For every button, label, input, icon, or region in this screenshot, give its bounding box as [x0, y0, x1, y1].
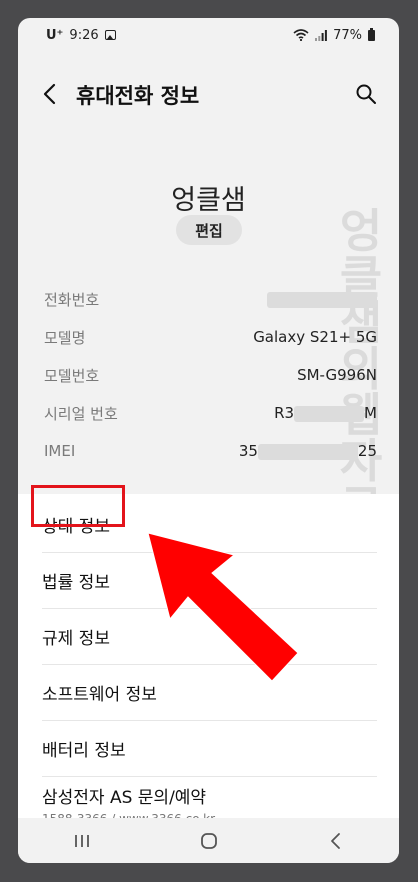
info-row-imei: IMEI 35 25: [18, 432, 399, 470]
info-label: 모델명: [44, 328, 86, 347]
carrier-label: U⁺: [46, 27, 64, 43]
signal-icon: [315, 29, 327, 41]
app-header: 휴대전화 정보: [18, 72, 399, 116]
info-label: 시리얼 번호: [44, 404, 118, 423]
page-title: 휴대전화 정보: [76, 84, 200, 108]
red-arrow-annotation: [148, 533, 298, 682]
info-value-imei: 35 25: [239, 442, 377, 460]
gallery-notification-icon: [104, 30, 116, 40]
imei-start: 35: [238, 442, 258, 460]
info-row-model-name: 모델명 Galaxy S21+ 5G: [18, 318, 399, 356]
menu-item-battery[interactable]: 배터리 정보: [18, 720, 399, 776]
menu-item-label: 소프트웨어 정보: [42, 684, 157, 705]
redacted-block: [294, 405, 365, 422]
status-left: U⁺ 9:26: [46, 28, 116, 43]
info-value-serial: R3 M: [274, 404, 377, 422]
redacted-block: [267, 291, 377, 308]
info-value: Galaxy S21+ 5G: [253, 328, 377, 346]
imei-end: 25: [357, 442, 377, 460]
info-label: 모델번호: [44, 366, 100, 385]
menu-item-label: 삼성전자 AS 문의/예약: [42, 787, 207, 808]
home-icon[interactable]: [194, 829, 224, 853]
search-icon[interactable]: [355, 83, 377, 105]
device-name: 엉클샘: [171, 185, 246, 216]
status-right: 77%: [293, 27, 375, 43]
info-value: SM-G996N: [297, 366, 377, 384]
wifi-icon: [293, 29, 309, 41]
phone-screen: U⁺ 9:26 77% 휴대전화 정보 엉클샘의 자 엉클샘 편집 전화번호 모…: [18, 18, 399, 863]
info-row-phone-number: 전화번호: [18, 280, 399, 318]
info-row-model-number: 모델번호 SM-G996N: [18, 356, 399, 394]
serial-start: R3: [274, 404, 295, 422]
redacted-block: [257, 443, 358, 460]
status-bar: U⁺ 9:26 77%: [18, 18, 399, 52]
chevron-left-icon[interactable]: [40, 82, 60, 106]
edit-button[interactable]: 편집: [176, 215, 242, 245]
device-info-list: 전화번호 모델명 Galaxy S21+ 5G 모델번호 SM-G996N 시리…: [18, 280, 399, 470]
info-row-serial-number: 시리얼 번호 R3 M: [18, 394, 399, 432]
navigation-bar: [18, 818, 399, 863]
menu-item-label: 배터리 정보: [42, 740, 126, 761]
highlight-box: [31, 485, 125, 527]
battery-percent: 77%: [333, 27, 362, 43]
clock: 9:26: [69, 27, 99, 43]
info-value-redacted: [267, 290, 377, 308]
battery-icon: [368, 27, 375, 41]
info-label: IMEI: [44, 442, 76, 460]
recent-apps-icon[interactable]: [67, 829, 97, 853]
info-label: 전화번호: [44, 290, 100, 309]
back-icon[interactable]: [321, 829, 351, 853]
serial-end: M: [364, 404, 377, 422]
